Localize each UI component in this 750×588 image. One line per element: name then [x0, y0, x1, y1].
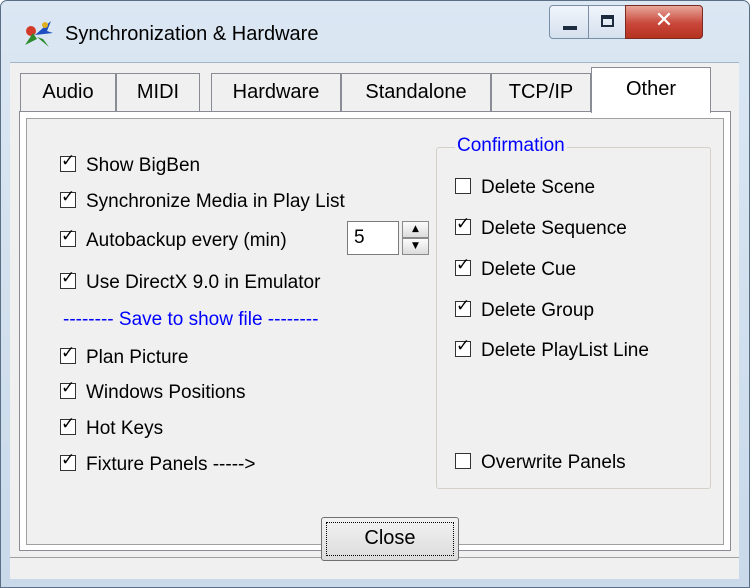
checkbox[interactable]: ✓	[60, 343, 76, 364]
tab-other[interactable]: Other	[591, 67, 711, 113]
checkbox-label: Delete Cue	[481, 259, 577, 280]
checkbox-label: Plan Picture	[86, 347, 189, 368]
dialog-window: Synchronization & Hardware ✕ Audio MIDI …	[0, 0, 750, 588]
checkbox[interactable]: ✓	[60, 268, 76, 289]
autobackup-checkbox[interactable]: ✓ Autobackup every (min)	[60, 226, 287, 256]
tab-hardware[interactable]: Hardware	[211, 73, 341, 111]
checkbox-label: Delete Sequence	[481, 218, 627, 239]
checkbox[interactable]: ✓	[60, 450, 76, 471]
delete-sequence-checkbox[interactable]: ✓ Delete Sequence	[455, 214, 627, 244]
checkbox[interactable]: ✓	[60, 151, 76, 172]
close-window-button[interactable]: ✕	[625, 5, 703, 39]
plan-picture-checkbox[interactable]: ✓ Plan Picture	[60, 343, 189, 373]
use-directx-checkbox[interactable]: ✓ Use DirectX 9.0 in Emulator	[60, 268, 321, 298]
checkbox-label: Delete Group	[481, 300, 595, 321]
checkbox-label: Show BigBen	[86, 155, 201, 176]
tab-midi[interactable]: MIDI	[116, 73, 200, 111]
overwrite-panels-checkbox[interactable]: Overwrite Panels	[455, 452, 626, 478]
checkbox-label: Delete PlayList Line	[481, 340, 649, 361]
show-bigben-checkbox[interactable]: ✓ Show BigBen	[60, 151, 201, 181]
windows-positions-checkbox[interactable]: ✓ Windows Positions	[60, 378, 246, 408]
checkbox-label: Use DirectX 9.0 in Emulator	[86, 272, 321, 293]
arrow-down-icon: ▼	[412, 241, 419, 251]
tab-label: Standalone	[365, 81, 467, 103]
checkbox[interactable]: ✓	[60, 378, 76, 399]
tab-audio[interactable]: Audio	[20, 73, 116, 111]
hot-keys-checkbox[interactable]: ✓ Hot Keys	[60, 414, 164, 444]
checkbox-label: Synchronize Media in Play List	[86, 191, 345, 212]
tab-tcpip[interactable]: TCP/IP	[491, 73, 591, 111]
minimize-icon	[563, 26, 577, 30]
tab-page-other: ✓ Show BigBen ✓ Synchronize Media in Play …	[19, 111, 731, 551]
delete-playlist-line-checkbox[interactable]: ✓ Delete PlayList Line	[455, 336, 649, 366]
checkbox[interactable]: ✓	[60, 187, 76, 208]
tab-label: Audio	[42, 81, 94, 103]
title-bar[interactable]: Synchronization & Hardware ✕	[1, 1, 749, 61]
options-panel: ✓ Show BigBen ✓ Synchronize Media in Play …	[26, 118, 724, 545]
checkbox[interactable]: ✓	[60, 414, 76, 435]
autobackup-minutes-input[interactable]: 5	[347, 221, 399, 255]
close-button[interactable]: Close	[321, 517, 459, 561]
client-area: Audio MIDI Hardware Standalone TCP/IP Ot…	[10, 62, 739, 579]
tab-label: Hardware	[232, 81, 320, 103]
checkbox[interactable]: ✓	[455, 214, 471, 235]
sync-media-playlist-checkbox[interactable]: ✓ Synchronize Media in Play List	[60, 187, 345, 217]
checkbox-label: Autobackup every (min)	[86, 230, 287, 251]
checkbox[interactable]: ✓	[455, 296, 471, 317]
minimize-button[interactable]	[549, 5, 589, 39]
window-title: Synchronization & Hardware	[65, 23, 319, 45]
spin-down-button[interactable]: ▼	[402, 238, 429, 255]
arrow-up-icon: ▲	[412, 224, 419, 234]
app-icon	[25, 21, 53, 47]
tab-standalone[interactable]: Standalone	[341, 73, 491, 111]
tab-label: Other	[625, 78, 677, 100]
checkbox-label: Overwrite Panels	[481, 452, 626, 473]
checkbox-label: Hot Keys	[86, 418, 164, 439]
checkbox[interactable]: ✓	[60, 226, 76, 247]
tab-label: TCP/IP	[508, 81, 574, 103]
checkbox[interactable]	[455, 178, 471, 194]
tab-label: MIDI	[136, 81, 180, 103]
checkbox[interactable]: ✓	[455, 336, 471, 357]
checkbox[interactable]	[455, 453, 471, 469]
delete-group-checkbox[interactable]: ✓ Delete Group	[455, 296, 595, 326]
delete-cue-checkbox[interactable]: ✓ Delete Cue	[455, 255, 577, 285]
confirmation-title: Confirmation	[455, 135, 567, 157]
checkbox-label: Delete Scene	[481, 177, 596, 198]
checkbox-label: Fixture Panels ----->	[86, 454, 256, 475]
maximize-icon	[601, 15, 614, 27]
maximize-button[interactable]	[588, 5, 626, 39]
autobackup-spinner[interactable]: 5 ▲ ▼	[347, 221, 437, 255]
close-icon: ✕	[654, 8, 674, 33]
checkbox[interactable]: ✓	[455, 255, 471, 276]
save-to-show-file-heading: -------- Save to show file --------	[63, 309, 319, 330]
spin-up-button[interactable]: ▲	[402, 221, 429, 238]
checkbox-label: Windows Positions	[86, 382, 246, 403]
close-button-label: Close	[364, 527, 416, 549]
delete-scene-checkbox[interactable]: Delete Scene	[455, 177, 595, 203]
fixture-panels-checkbox[interactable]: ✓ Fixture Panels ----->	[60, 450, 256, 480]
